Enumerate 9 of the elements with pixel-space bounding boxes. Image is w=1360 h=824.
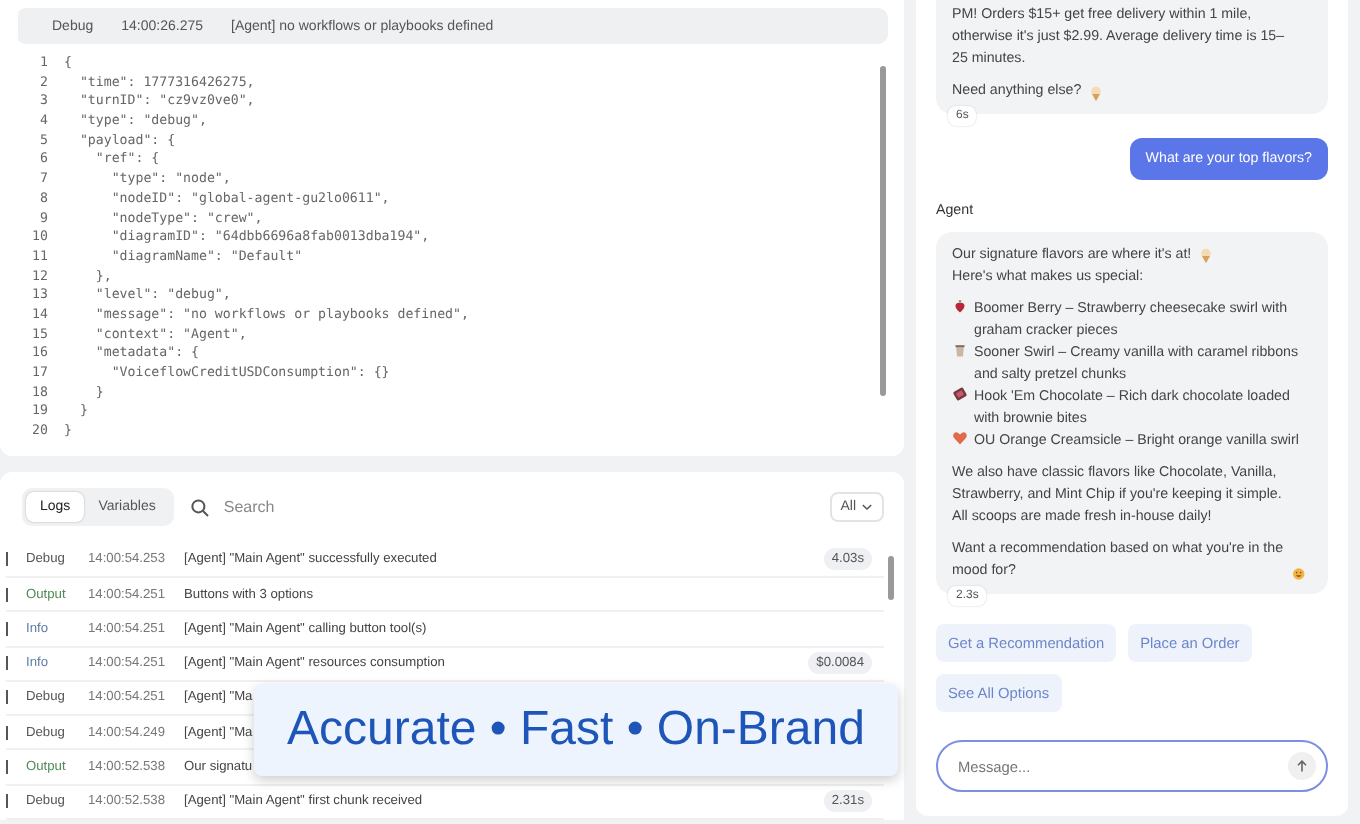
drink-icon bbox=[952, 342, 968, 358]
caret-icon bbox=[860, 500, 874, 515]
heart-icon bbox=[952, 430, 968, 446]
search-icon bbox=[189, 497, 210, 518]
candy-icon bbox=[952, 386, 968, 402]
search-field[interactable]: Search bbox=[219, 496, 468, 519]
strawberry-icon bbox=[952, 298, 968, 314]
arrow-up-icon bbox=[1294, 758, 1310, 774]
tagline-banner: Accurate • Fast • On-Brand bbox=[254, 684, 898, 776]
